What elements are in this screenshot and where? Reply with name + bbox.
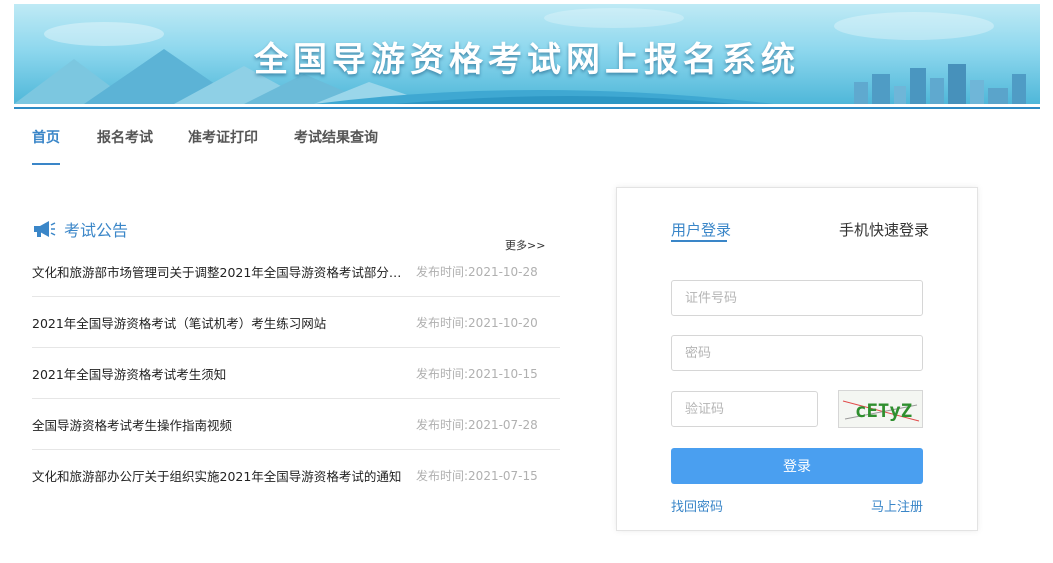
login-button[interactable]: 登录 [671,448,923,484]
notice-date: 发布时间:2021-10-20 [416,316,538,330]
captcha-input[interactable] [671,391,818,427]
notice-date: 发布时间:2021-07-28 [416,418,538,432]
notice-section-title: 考试公告 [64,221,129,240]
list-item: 文化和旅游部办公厅关于组织实施2021年全国导游资格考试的通知 发布时间:202… [32,450,560,501]
id-number-input[interactable] [671,280,923,316]
password-input[interactable] [671,335,923,371]
list-item: 全国导游资格考试考生操作指南视频 发布时间:2021-07-28 [32,399,560,450]
captcha-text: cETyZ [855,400,912,422]
notice-date: 发布时间:2021-07-15 [416,469,538,483]
notice-link[interactable]: 文化和旅游部市场管理司关于调整2021年全国导游资格考试部分… [32,262,412,281]
list-item: 2021年全国导游资格考试考生须知 发布时间:2021-10-15 [32,348,560,399]
tab-active-indicator [671,240,727,242]
notice-link[interactable]: 2021年全国导游资格考试考生须知 [32,364,412,383]
tab-user-login[interactable]: 用户登录 [671,219,731,240]
notice-date: 发布时间:2021-10-28 [416,265,538,279]
notice-link[interactable]: 全国导游资格考试考生操作指南视频 [32,415,412,434]
nav-active-indicator [32,163,60,165]
notice-date: 发布时间:2021-10-15 [416,367,538,381]
login-panel: 用户登录 手机快速登录 cETyZ 登录 找回密码 马上注册 [616,187,978,531]
nav-item-register-exam[interactable]: 报名考试 [97,127,153,147]
header-banner: 全国导游资格考试网上报名系统 [14,4,1040,104]
list-item: 文化和旅游部市场管理司关于调整2021年全国导游资格考试部分… 发布时间:202… [32,246,560,297]
captcha-image[interactable]: cETyZ [838,390,923,428]
megaphone-icon [34,221,56,237]
banner-divider [14,107,1040,109]
register-link[interactable]: 马上注册 [871,496,923,515]
notice-link[interactable]: 2021年全国导游资格考试（笔试机考）考生练习网站 [32,313,412,332]
nav-item-admission-ticket[interactable]: 准考证打印 [188,127,258,147]
banner-title: 全国导游资格考试网上报名系统 [254,40,800,80]
list-item: 2021年全国导游资格考试（笔试机考）考生练习网站 发布时间:2021-10-2… [32,297,560,348]
forgot-password-link[interactable]: 找回密码 [671,496,723,515]
tab-phone-login[interactable]: 手机快速登录 [839,219,929,240]
nav-item-home[interactable]: 首页 [32,127,60,147]
notice-link[interactable]: 文化和旅游部办公厅关于组织实施2021年全国导游资格考试的通知 [32,466,412,485]
notice-list: 文化和旅游部市场管理司关于调整2021年全国导游资格考试部分… 发布时间:202… [32,246,560,501]
nav-item-result-query[interactable]: 考试结果查询 [294,127,378,147]
